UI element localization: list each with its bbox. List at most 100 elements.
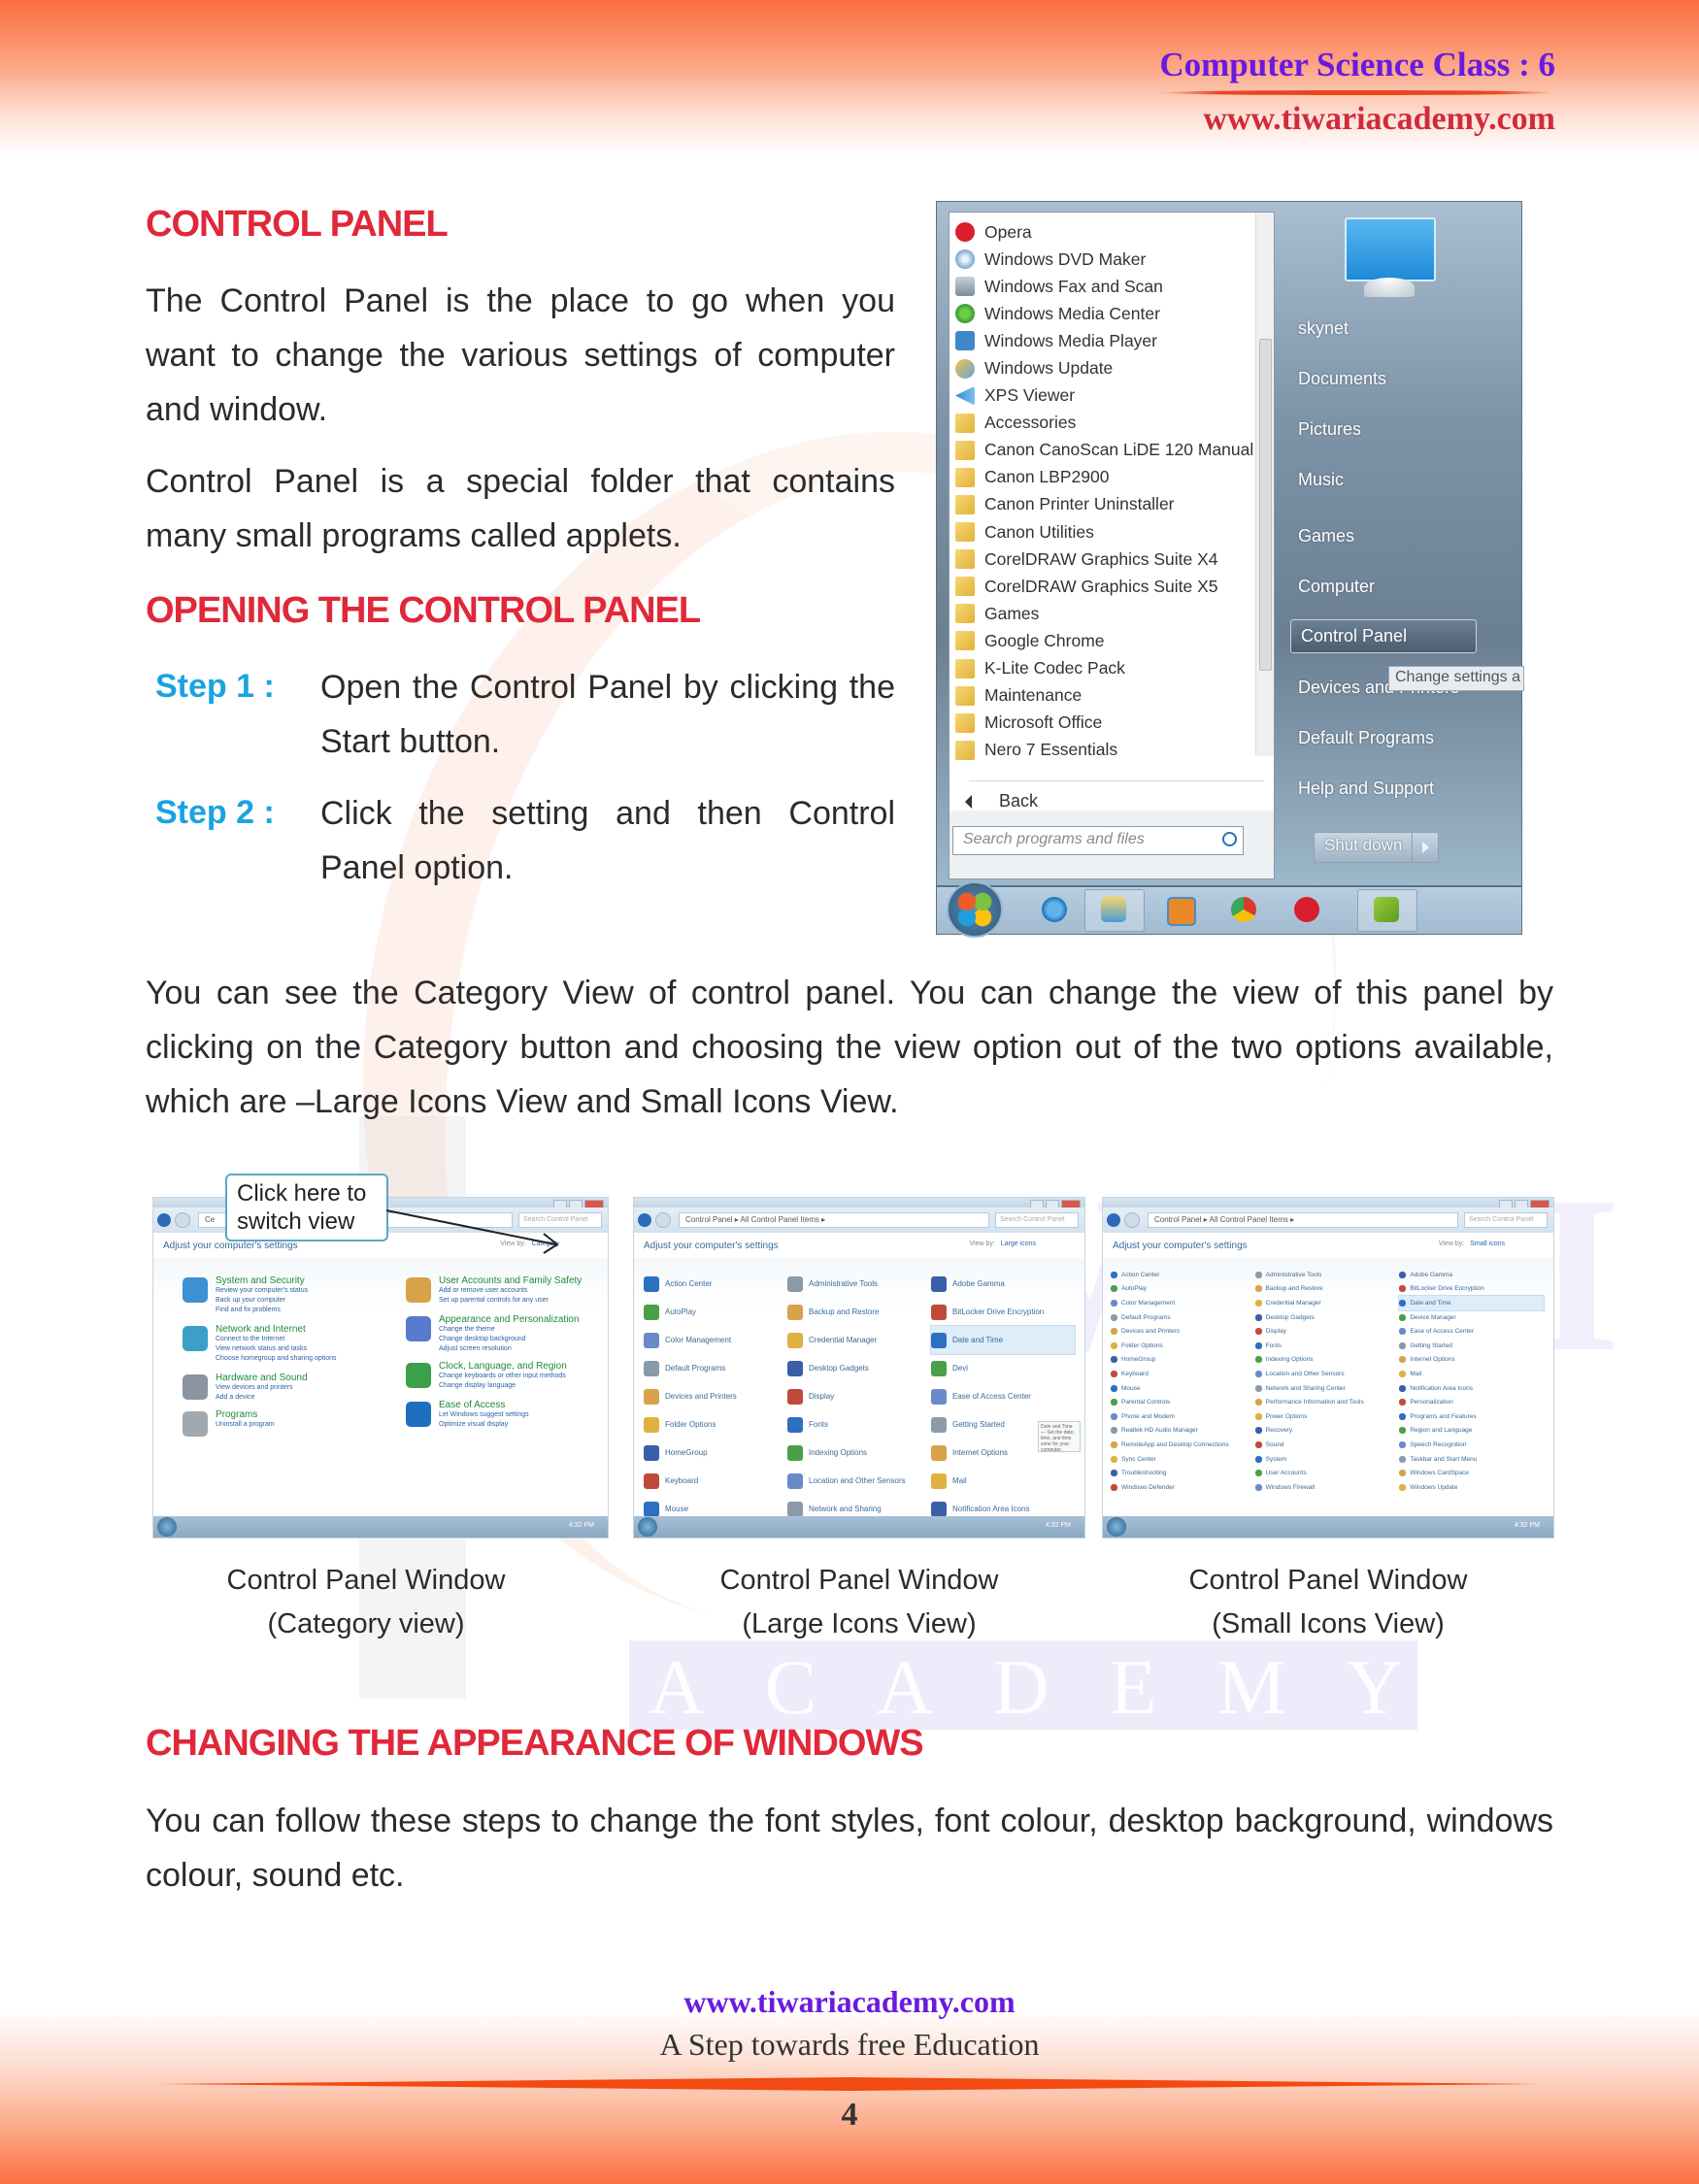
control-panel-item[interactable]: Devices and Printers [1111,1324,1255,1339]
control-panel-item[interactable]: Realtek HD Audio Manager [1111,1424,1255,1439]
opera-icon[interactable] [1294,897,1319,922]
category-link[interactable]: Set up parental controls for any user [439,1296,600,1306]
category-item[interactable]: Appearance and Personalization Change the… [406,1314,600,1354]
start-menu-link-pictures[interactable]: Pictures [1298,419,1361,440]
control-panel-item[interactable]: Windows CardSpace [1399,1466,1544,1480]
control-panel-item[interactable]: Default Programs [644,1354,787,1382]
control-panel-item[interactable]: Troubleshooting [1111,1466,1255,1480]
control-panel-item[interactable]: Backup and Restore [1254,1282,1400,1297]
program-item[interactable]: Windows Media Player [955,327,1256,354]
category-link[interactable]: Add or remove user accounts [439,1286,600,1296]
control-panel-item[interactable]: Sound [1254,1438,1400,1452]
control-panel-item[interactable]: Keyboard [1111,1367,1255,1381]
control-panel-item[interactable]: Fonts [787,1410,931,1439]
category-link[interactable]: Find and fix problems [216,1306,377,1315]
control-panel-item[interactable]: Mail [1399,1367,1544,1381]
footer-url[interactable]: www.tiwariacademy.com [0,1984,1699,2020]
program-item[interactable]: CorelDRAW Graphics Suite X4 [955,546,1256,573]
control-panel-item[interactable]: System [1254,1452,1400,1467]
view-by-selector[interactable]: View by: Small icons [1439,1241,1505,1247]
category-title[interactable]: Clock, Language, and Region [439,1361,600,1372]
control-panel-item[interactable]: Date and Time [930,1325,1076,1355]
category-link[interactable]: Change the theme [439,1325,600,1335]
control-panel-item[interactable]: Performance Information and Tools [1254,1395,1400,1409]
chrome-icon[interactable] [1231,897,1256,922]
search-control-panel-input[interactable]: Search Control Panel [1464,1212,1548,1228]
control-panel-item[interactable]: Network and Sharing Center [1254,1381,1400,1396]
control-panel-item[interactable]: Backup and Restore [787,1298,931,1326]
category-item[interactable]: User Accounts and Family Safety Add or re… [406,1275,600,1306]
control-panel-item[interactable]: Getting Started [1399,1339,1544,1353]
control-panel-item[interactable]: BitLocker Drive Encryption [931,1298,1075,1326]
control-panel-item[interactable]: Windows Update [1399,1480,1544,1495]
program-item[interactable]: K-Lite Codec Pack [955,655,1256,682]
category-item[interactable]: Clock, Language, and Region Change keyboa… [406,1361,600,1391]
start-menu-link-games[interactable]: Games [1298,526,1354,546]
forward-icon[interactable] [175,1212,190,1228]
control-panel-item[interactable]: Indexing Options [1254,1353,1400,1368]
program-item[interactable]: Canon CanoScan LiDE 120 Manual [955,437,1256,464]
control-panel-item[interactable]: Ease of Access Center [931,1382,1075,1410]
forward-icon[interactable] [1124,1212,1140,1228]
category-link[interactable]: Change desktop background [439,1335,600,1344]
back-button[interactable]: Back [965,791,1038,811]
control-panel-item[interactable]: Mouse [1111,1381,1255,1396]
control-panel-item[interactable]: Credential Manager [787,1326,931,1354]
program-item[interactable]: Windows DVD Maker [955,246,1256,273]
category-link[interactable]: View devices and printers [216,1383,377,1393]
start-menu-link-default-programs[interactable]: Default Programs [1298,728,1434,748]
control-panel-item[interactable]: Personalization [1399,1395,1544,1409]
control-panel-item[interactable]: Fonts [1254,1339,1400,1353]
program-item[interactable]: Microsoft Office [955,710,1256,737]
start-menu-link-control-panel[interactable]: Control Panel [1290,619,1477,653]
category-link[interactable]: Add a device [216,1393,377,1403]
control-panel-item[interactable]: AutoPlay [644,1298,787,1326]
control-panel-item[interactable]: Credential Manager [1254,1296,1400,1310]
control-panel-item[interactable]: User Accounts [1254,1466,1400,1480]
program-item[interactable]: Opera [955,218,1256,246]
control-panel-item[interactable]: Keyboard [644,1467,787,1495]
control-panel-item[interactable]: Folder Options [1111,1339,1255,1353]
category-link[interactable]: Connect to the Internet [216,1335,377,1344]
control-panel-item[interactable]: Administrative Tools [787,1270,931,1298]
control-panel-item[interactable]: Desktop Gadgets [1254,1310,1400,1325]
control-panel-item[interactable]: Ease of Access Center [1399,1324,1544,1339]
program-item[interactable]: XPS Viewer [955,382,1256,410]
program-item[interactable]: Games [955,600,1256,627]
scrollbar-thumb[interactable] [1259,339,1272,671]
shutdown-button[interactable]: Shut down [1314,832,1440,863]
start-button-icon[interactable] [157,1517,177,1537]
media-player-icon[interactable] [1167,897,1196,926]
category-item[interactable]: Programs Uninstall a program [183,1409,377,1437]
control-panel-item[interactable]: Phone and Modem [1111,1409,1255,1424]
category-link[interactable]: View network status and tasks [216,1344,377,1354]
start-menu-link-computer[interactable]: Computer [1298,577,1375,597]
category-title[interactable]: Hardware and Sound [216,1373,377,1383]
program-item[interactable]: Nero 7 Essentials [955,737,1256,764]
category-title[interactable]: Appearance and Personalization [439,1314,600,1325]
start-menu-link-skynet[interactable]: skynet [1298,318,1349,339]
control-panel-item[interactable]: Taskbar and Start Menu [1399,1452,1544,1467]
header-url[interactable]: www.tiwariacademy.com [1159,101,1555,137]
search-programs-input[interactable]: Search programs and files [952,826,1244,855]
control-panel-item[interactable]: Indexing Options [787,1439,931,1467]
program-item[interactable]: Windows Fax and Scan [955,273,1256,300]
control-panel-item[interactable]: Location and Other Sensors [1254,1367,1400,1381]
category-item[interactable]: Ease of Access Let Windows suggest settin… [406,1400,600,1430]
control-panel-item[interactable]: Speech Recognition [1399,1438,1544,1452]
category-link[interactable]: Change display language [439,1381,600,1391]
control-panel-item[interactable]: Display [1254,1324,1400,1339]
control-panel-item[interactable]: Power Options [1254,1409,1400,1424]
control-panel-item[interactable]: RemoteApp and Desktop Connections [1111,1438,1255,1452]
view-by-value[interactable]: Small icons [1470,1241,1505,1247]
program-item[interactable]: Windows Media Center [955,300,1256,327]
start-button-icon[interactable] [1107,1517,1126,1537]
start-menu-link-help-and-support[interactable]: Help and Support [1298,778,1434,799]
control-panel-item[interactable]: Windows Defender [1111,1480,1255,1495]
category-link[interactable]: Adjust screen resolution [439,1344,600,1354]
control-panel-item[interactable]: Internet Options [1399,1353,1544,1368]
start-button-icon[interactable] [638,1517,657,1537]
control-panel-item[interactable]: Display [787,1382,931,1410]
program-item[interactable]: Accessories [955,410,1256,437]
category-link[interactable]: Back up your computer [216,1296,377,1306]
